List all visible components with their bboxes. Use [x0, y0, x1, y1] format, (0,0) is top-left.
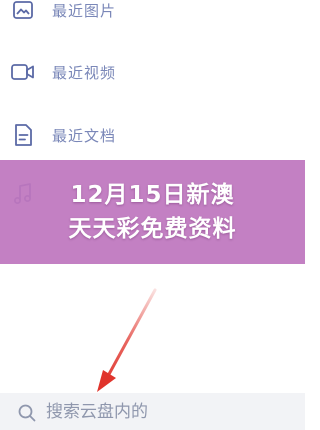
- search-bar[interactable]: [0, 393, 305, 430]
- menu-item-recent-documents[interactable]: 最近文档: [0, 113, 305, 157]
- menu-item-recent-photos[interactable]: 最近图片: [0, 0, 305, 32]
- image-icon: [8, 0, 38, 25]
- promo-banner-overlay: 12月15日新澳 天天彩免费资料: [0, 160, 305, 264]
- search-blur-mask: [155, 393, 305, 430]
- document-icon: [8, 120, 38, 150]
- banner-line-2: 天天彩免费资料: [68, 216, 237, 242]
- video-icon: [8, 57, 38, 87]
- menu-item-label: 最近图片: [52, 1, 117, 20]
- menu-item-label: 最近文档: [52, 126, 117, 145]
- menu-item-label: 最近视频: [52, 63, 117, 82]
- menu-item-recent-videos[interactable]: 最近视频: [0, 50, 305, 94]
- cloud-drive-screen: 最近图片 最近视频 最近文档 12月15日新澳 天天彩免费资料 搜索云盘内的: [0, 0, 305, 430]
- banner-line-1: 12月15日新澳: [70, 182, 235, 208]
- search-icon: [18, 404, 36, 422]
